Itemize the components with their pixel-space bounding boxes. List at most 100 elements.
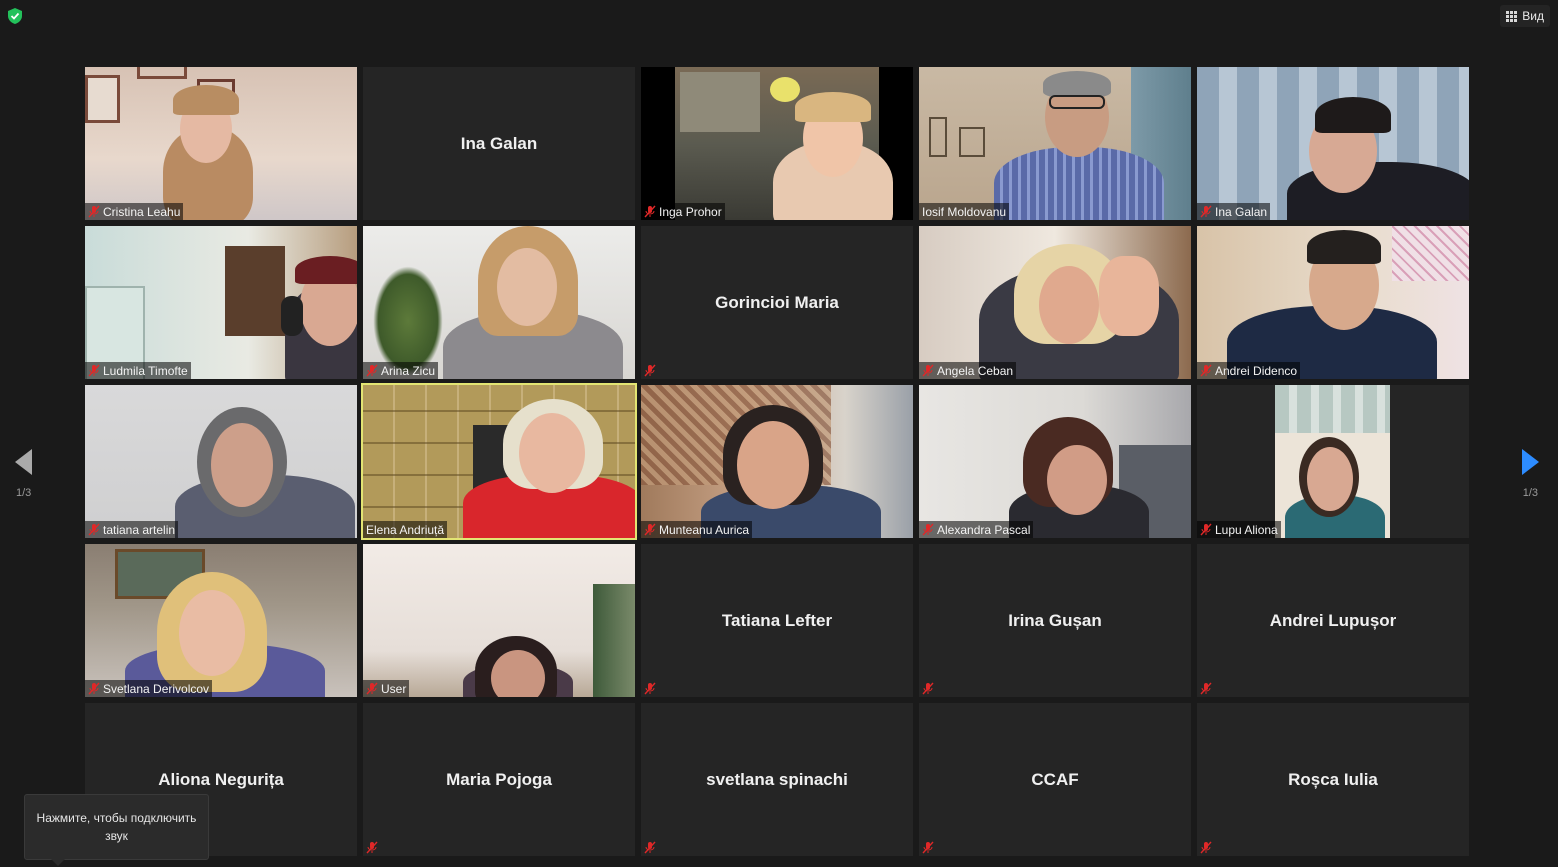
participant-video	[675, 67, 893, 220]
participant-tile[interactable]: Cristina Leahu	[85, 67, 357, 220]
mic-muted-icon	[1200, 682, 1212, 695]
participant-video	[1197, 67, 1469, 220]
participant-display-name: Tatiana Lefter	[721, 610, 833, 630]
security-shield-icon[interactable]	[8, 8, 22, 24]
participant-name-label: Elena Andriuță	[363, 521, 448, 538]
join-audio-tooltip[interactable]: Нажмите, чтобы подключить звук	[24, 794, 209, 866]
participant-tile[interactable]: Alexandra Pascal	[919, 385, 1191, 538]
participant-tile[interactable]: tatiana artelin	[85, 385, 357, 538]
mic-muted-icon	[88, 364, 100, 377]
next-page-arrow-icon[interactable]	[1518, 448, 1542, 476]
participant-name-label: Ludmila Timofte	[85, 362, 191, 379]
participant-mic-status	[641, 362, 659, 379]
mic-muted-icon	[88, 205, 100, 218]
participant-mic-status	[1197, 680, 1215, 697]
participant-name-label: Iosif Moldovanu	[919, 203, 1010, 220]
mic-muted-icon	[88, 523, 100, 536]
participant-display-name: CCAF	[1031, 769, 1079, 789]
mic-muted-icon	[644, 205, 656, 218]
participant-name-label: Angela Ceban	[919, 362, 1017, 379]
mic-muted-icon	[644, 841, 656, 854]
participant-video	[641, 385, 913, 538]
participant-mic-status	[1197, 839, 1215, 856]
participant-tile[interactable]: Andrei Didenco	[1197, 226, 1469, 379]
participant-tile[interactable]: Maria Pojoga	[363, 703, 635, 856]
mic-muted-icon	[366, 364, 378, 377]
participant-tile[interactable]: Tatiana Lefter	[641, 544, 913, 697]
participant-tile[interactable]: CCAF	[919, 703, 1191, 856]
participant-tile[interactable]: Svetlana Derivolcov	[85, 544, 357, 697]
mic-muted-icon	[366, 841, 378, 854]
participant-name: Arina Zicu	[381, 363, 436, 378]
mic-muted-icon	[922, 841, 934, 854]
participant-video	[363, 385, 635, 538]
mic-muted-icon	[88, 682, 100, 695]
mic-muted-icon	[1200, 364, 1212, 377]
page-indicator-left: 1/3	[16, 487, 32, 499]
participant-video	[85, 67, 357, 220]
participant-tile[interactable]: Angela Ceban	[919, 226, 1191, 379]
participant-name-label: Alexandra Pascal	[919, 521, 1034, 538]
participant-tile[interactable]: Gorincioi Maria	[641, 226, 913, 379]
participant-display-name: Gorincioi Maria	[715, 292, 839, 312]
participant-tile[interactable]: Irina Gușan	[919, 544, 1191, 697]
participant-tile[interactable]: Ina Galan	[363, 67, 635, 220]
participant-tile-active-speaker[interactable]: Elena Andriuță	[361, 383, 637, 540]
participant-name: Angela Ceban	[937, 363, 1014, 378]
participant-video	[85, 544, 357, 697]
previous-page-arrow-icon[interactable]	[12, 448, 36, 476]
participant-mic-status	[641, 680, 659, 697]
participant-mic-status	[919, 839, 937, 856]
mic-muted-icon	[644, 682, 656, 695]
participant-video	[1275, 385, 1390, 538]
mic-muted-icon	[922, 523, 934, 536]
view-button[interactable]: Вид	[1500, 5, 1550, 27]
tooltip-text: Нажмите, чтобы подключить звук	[36, 811, 197, 843]
participant-tile[interactable]: svetlana spinachi	[641, 703, 913, 856]
participant-name: User	[381, 681, 407, 696]
participant-video	[85, 385, 357, 538]
participant-display-name: Maria Pojoga	[446, 769, 552, 789]
participant-tile[interactable]: Ludmila Timofte	[85, 226, 357, 379]
participant-tile[interactable]: Ina Galan	[1197, 67, 1469, 220]
view-button-label: Вид	[1522, 9, 1544, 23]
participant-name-label: Inga Prohor	[641, 203, 725, 220]
participant-name: Cristina Leahu	[103, 204, 181, 219]
participant-name: Ina Galan	[1215, 204, 1268, 219]
mic-muted-icon	[1200, 523, 1212, 536]
participant-mic-status	[363, 839, 381, 856]
participant-name-label: Svetlana Derivolcov	[85, 680, 213, 697]
participant-tile[interactable]: Munteanu Aurica	[641, 385, 913, 538]
participant-name: Munteanu Aurica	[659, 522, 750, 537]
participant-video	[85, 226, 357, 379]
grid-view-icon	[1506, 10, 1518, 22]
participant-display-name: Irina Gușan	[1008, 610, 1102, 630]
participant-display-name: Aliona Negurița	[158, 769, 284, 789]
participant-video	[919, 385, 1191, 538]
participant-display-name: Andrei Lupușor	[1269, 610, 1397, 630]
participant-tile[interactable]: Arina Zicu	[363, 226, 635, 379]
participant-name: Inga Prohor	[659, 204, 722, 219]
participant-name: Lupu Aliona	[1215, 522, 1278, 537]
participant-name-label: Arina Zicu	[363, 362, 439, 379]
participant-name-label: tatiana artelin	[85, 521, 179, 538]
participant-tile[interactable]: Roșca Iulia	[1197, 703, 1469, 856]
participant-tile[interactable]: Iosif Moldovanu	[919, 67, 1191, 220]
participant-name: Ludmila Timofte	[103, 363, 188, 378]
participant-video	[919, 226, 1191, 379]
participant-display-name: svetlana spinachi	[706, 769, 848, 789]
mic-muted-icon	[366, 682, 378, 695]
participant-video	[363, 226, 635, 379]
mic-muted-icon	[1200, 841, 1212, 854]
mic-muted-icon	[644, 523, 656, 536]
participant-tile[interactable]: Inga Prohor	[641, 67, 913, 220]
participant-tile[interactable]: Andrei Lupușor	[1197, 544, 1469, 697]
participant-name: Alexandra Pascal	[937, 522, 1031, 537]
participant-display-name: Roșca Iulia	[1288, 769, 1378, 789]
participant-name-label: Andrei Didenco	[1197, 362, 1301, 379]
participant-name-label: Munteanu Aurica	[641, 521, 753, 538]
participant-tile[interactable]: User	[363, 544, 635, 697]
participant-gallery: Cristina Leahu Ina Galan Inga Prohor Ios…	[85, 67, 1469, 856]
participant-name-label: Cristina Leahu	[85, 203, 184, 220]
participant-tile[interactable]: Lupu Aliona	[1197, 385, 1469, 538]
